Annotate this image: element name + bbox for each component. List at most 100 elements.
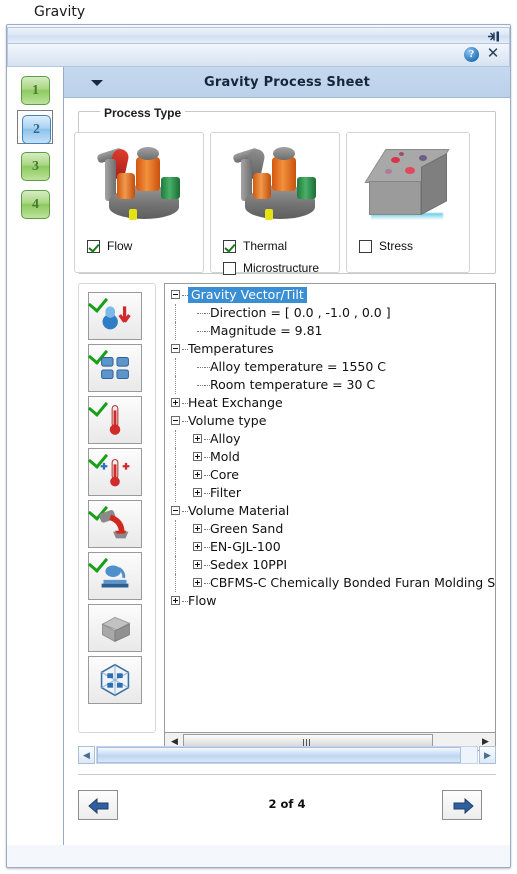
tree-connector [175,448,176,466]
collapse-pin-icon[interactable] [487,30,501,43]
tree-node-label: Mold [210,449,240,464]
step-button-3[interactable]: 3 [17,148,53,182]
tree-node-label: Temperatures [188,341,274,356]
tree-node[interactable]: Filter [165,484,495,502]
tree-connector [175,484,176,502]
panel-scroll-right-arrow[interactable]: ▶ [479,746,496,764]
step-button-1[interactable]: 1 [17,72,53,106]
tree-connector [175,520,176,538]
expand-icon[interactable] [193,434,202,443]
step-button-2[interactable]: 2 [17,110,53,144]
tool-button-pouring[interactable] [87,500,142,548]
expand-icon[interactable] [171,398,180,407]
tree-node[interactable]: Alloy temperature = 1550 C [165,358,495,376]
volume-type-icon [101,356,129,380]
checkbox-stress-label: Stress [379,239,414,253]
tree-node[interactable]: CBFMS-C Chemically Bonded Furan Molding … [165,574,495,592]
tree-connector [175,466,176,484]
collapse-icon[interactable] [171,506,180,515]
page-body: Process Type Flow Thermal Microstructure… [64,98,510,845]
tree-leaf-connector [197,385,203,386]
expand-icon[interactable] [193,470,202,479]
checkbox-thermal[interactable]: Thermal [223,239,287,253]
toolbar-second: ? ✕ [7,44,510,67]
collapse-icon[interactable] [171,344,180,353]
tool-button-mold-block[interactable] [88,604,142,652]
temperature-icon [109,405,121,435]
window-titlebar: Gravity [0,0,517,26]
tool-button-volume-type[interactable] [87,344,142,392]
tree-connector [175,376,176,394]
tree-node[interactable]: Heat Exchange [165,394,495,412]
tool-button-heat-exchange[interactable] [87,448,142,496]
help-icon[interactable]: ? [464,47,479,62]
tree-node-label: EN-GJL-100 [210,539,281,554]
tree-node[interactable]: Magnitude = 9.81 [165,322,495,340]
checkbox-flow-box[interactable] [87,239,100,253]
expand-icon[interactable] [193,542,202,551]
tree-node[interactable]: Temperatures [165,340,495,358]
tool-button-gravity-vector[interactable] [87,292,142,340]
filling-icon [101,565,129,588]
tree-node[interactable]: Sedex 10PPI [165,556,495,574]
process-card-stress[interactable]: Stress [346,132,470,273]
tree-leaf-connector [197,331,203,332]
panel-scroll-left-arrow[interactable]: ◀ [78,746,95,764]
page-title: Gravity Process Sheet [203,75,371,90]
tree-node-label: Core [210,467,239,482]
tree-node-label: Flow [188,593,217,608]
parameter-tree: Gravity Vector/Tilt Direction = [ 0.0 , -… [165,286,495,610]
expand-icon[interactable] [193,578,202,587]
panel-scroll-thumb[interactable] [97,747,461,763]
checkbox-thermal-box[interactable] [223,239,236,253]
checkbox-stress[interactable]: Stress [359,239,413,253]
tree-connector [175,358,176,376]
process-card-thermal[interactable]: Thermal Microstructure [210,132,340,275]
process-card-flow[interactable]: Flow [74,132,204,273]
tree-node[interactable]: Core [165,466,495,484]
tool-button-column [78,283,156,733]
casting-thermal-illustration [225,143,329,231]
heat-exchange-icon [100,459,130,487]
tree-connector [175,304,176,322]
step-button-4[interactable]: 4 [17,186,53,220]
checkbox-flow[interactable]: Flow [87,239,132,253]
expand-icon[interactable] [171,596,180,605]
tree-connector [175,322,176,340]
tree-node-label: Direction = [ 0.0 , -1.0 , 0.0 ] [210,305,391,320]
tree-node[interactable]: Green Sand [165,520,495,538]
expand-icon[interactable] [193,452,202,461]
checkbox-flow-label: Flow [107,239,133,253]
expand-icon[interactable] [193,524,202,533]
tree-node[interactable]: Volume type [165,412,495,430]
close-icon[interactable]: ✕ [485,46,501,62]
tree-node[interactable]: Flow [165,592,495,610]
collapse-icon[interactable] [171,416,180,425]
tool-button-temperature[interactable] [87,396,142,444]
tree-node[interactable]: Gravity Vector/Tilt [165,286,495,304]
tree-node-label: Green Sand [210,521,284,536]
expand-icon[interactable] [193,488,202,497]
checkbox-microstructure-label: Microstructure [243,261,320,275]
parameter-tree-panel[interactable]: Gravity Vector/Tilt Direction = [ 0.0 , -… [164,283,496,733]
chevron-down-icon[interactable] [91,80,103,86]
tool-button-mesh-cube[interactable] [88,656,142,704]
expand-icon[interactable] [193,560,202,569]
tree-node[interactable]: Mold [165,448,495,466]
panel-hscrollbar[interactable]: ◀ ▶ [78,746,496,766]
next-page-button[interactable] [442,790,482,820]
checkbox-microstructure-box[interactable] [223,261,236,275]
tree-node[interactable]: Room temperature = 30 C [165,376,495,394]
tree-node[interactable]: EN-GJL-100 [165,538,495,556]
tool-button-filling[interactable] [87,552,142,600]
tree-node[interactable]: Volume Material [165,502,495,520]
checkbox-stress-box[interactable] [359,239,372,253]
tree-node-label: Gravity Vector/Tilt [188,287,307,303]
tree-node[interactable]: Alloy [165,430,495,448]
tree-node[interactable]: Direction = [ 0.0 , -1.0 , 0.0 ] [165,304,495,322]
checkbox-thermal-label: Thermal [243,239,288,253]
footer-divider [78,774,496,775]
tree-node-label: Room temperature = 30 C [210,377,376,392]
checkbox-microstructure[interactable]: Microstructure [223,261,319,275]
collapse-icon[interactable] [171,290,180,299]
